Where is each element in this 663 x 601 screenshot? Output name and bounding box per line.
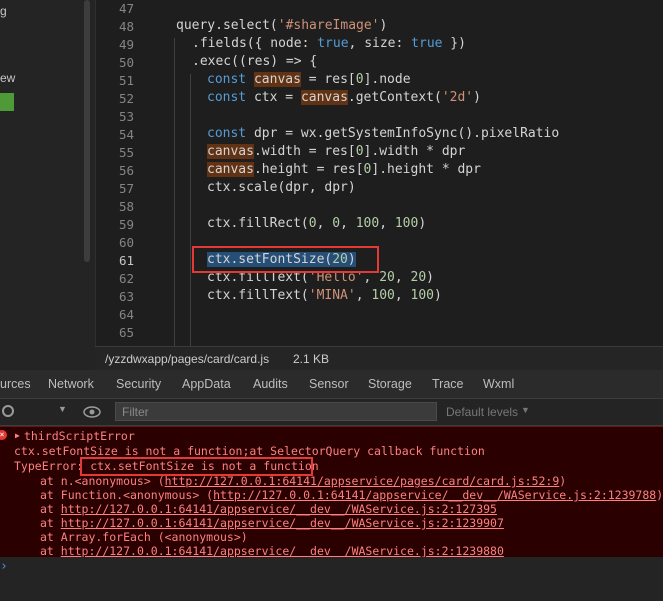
- filter-input[interactable]: Filter: [115, 402, 437, 421]
- line-number: 60: [118, 235, 134, 250]
- stack-link[interactable]: http://127.0.0.1:64141/appservice/pages/…: [165, 474, 560, 488]
- stack-frame: at http://127.0.0.1:64141/appservice/__d…: [40, 544, 504, 558]
- eye-icon[interactable]: [83, 406, 101, 418]
- dropdown-icon[interactable]: ▼: [58, 404, 67, 414]
- stack-link[interactable]: http://127.0.0.1:64141/appservice/__dev_…: [61, 544, 504, 558]
- stack-frame: at Array.forEach (<anonymous>): [40, 530, 248, 544]
- stack-link[interactable]: http://127.0.0.1:64141/appservice/__dev_…: [61, 502, 497, 516]
- line-number: 62: [118, 271, 134, 286]
- code-line-56: canvas.height = res[0].height * dpr: [207, 162, 481, 177]
- stack-frame: at http://127.0.0.1:64141/appservice/__d…: [40, 516, 504, 530]
- line-number: 64: [118, 307, 134, 322]
- error-icon: ×: [0, 430, 7, 440]
- prompt-chevron-icon: ›: [0, 559, 8, 574]
- code-line-49: .fields({ node: true, size: true }): [192, 36, 466, 51]
- stack-frame: at http://127.0.0.1:64141/appservice/__d…: [40, 502, 497, 516]
- code-line-51: const canvas = res[0].node: [207, 72, 411, 87]
- tab-audits[interactable]: Audits: [253, 377, 288, 391]
- error-message: ctx.setFontSize is not a function;at Sel…: [14, 444, 485, 458]
- file-path: /yzzdwxapp/pages/card/card.js: [105, 352, 270, 366]
- line-number-gutter: 47 48 49 50 51 52 53 54 55 56 57 58 59 6…: [95, 0, 140, 346]
- console-error-block: × ▶ thirdScriptError ctx.setFontSize is …: [0, 426, 663, 558]
- indent-guide: [174, 38, 175, 346]
- stack-frame: at Function.<anonymous> (http://127.0.0.…: [40, 488, 663, 502]
- console-filter-bar: ▼ Filter Default levels ▼: [0, 399, 663, 426]
- line-number: 47: [118, 1, 134, 16]
- code-line-57: ctx.scale(dpr, dpr): [207, 180, 356, 195]
- line-number: 57: [118, 181, 134, 196]
- line-number: 56: [118, 163, 134, 178]
- file-size: 2.1 KB: [293, 352, 330, 366]
- highlight-box-code: [192, 246, 379, 273]
- line-number: 59: [118, 217, 134, 232]
- console-prompt[interactable]: ›: [0, 557, 663, 601]
- stack-link[interactable]: http://127.0.0.1:64141/appservice/__dev_…: [61, 516, 504, 530]
- tab-storage[interactable]: Storage: [368, 377, 412, 391]
- sidebar-scrollbar[interactable]: [84, 0, 90, 262]
- filter-placeholder: Filter: [122, 405, 149, 419]
- indent-guide: [190, 74, 191, 346]
- tab-trace[interactable]: Trace: [432, 377, 464, 391]
- tab-network[interactable]: Network: [48, 377, 94, 391]
- line-number: 52: [118, 91, 134, 106]
- stack-link[interactable]: http://127.0.0.1:64141/appservice/__dev_…: [213, 488, 656, 502]
- code-line-63: ctx.fillText('MINA', 100, 100): [207, 288, 442, 303]
- expand-triangle-icon[interactable]: ▶: [15, 431, 20, 440]
- log-levels-select[interactable]: Default levels: [446, 405, 518, 419]
- line-number: 65: [118, 325, 134, 340]
- code-editor[interactable]: query.select('#shareImage') .fields({ no…: [140, 0, 663, 346]
- error-group-title[interactable]: thirdScriptError: [24, 429, 135, 443]
- line-number: 49: [118, 37, 134, 52]
- line-number: 50: [118, 55, 134, 70]
- code-line-54: const dpr = wx.getSystemInfoSync().pixel…: [207, 126, 560, 141]
- code-line-55: canvas.width = res[0].width * dpr: [207, 144, 466, 159]
- sidebar-active-item[interactable]: [0, 93, 14, 111]
- code-line-52: const ctx = canvas.getContext('2d'): [207, 90, 481, 105]
- code-line-59: ctx.fillRect(0, 0, 100, 100): [207, 216, 427, 231]
- editor-statusbar: /yzzdwxapp/pages/card/card.js 2.1 KB: [95, 346, 663, 371]
- tab-security[interactable]: Security: [116, 377, 161, 391]
- code-line-48: query.select('#shareImage'): [176, 18, 388, 33]
- line-number: 48: [118, 19, 134, 34]
- block-icon[interactable]: [2, 405, 14, 417]
- stack-frame: at n.<anonymous> (http://127.0.0.1:64141…: [40, 474, 567, 488]
- line-number: 54: [118, 127, 134, 142]
- line-number: 53: [118, 109, 134, 124]
- tab-wxml[interactable]: Wxml: [483, 377, 514, 391]
- file-sidebar: g ew: [0, 0, 95, 346]
- tab-sources[interactable]: urces: [0, 377, 31, 391]
- tab-appdata[interactable]: AppData: [182, 377, 231, 391]
- sidebar-item-2[interactable]: ew: [0, 71, 15, 85]
- sidebar-item-1[interactable]: g: [0, 4, 7, 18]
- devtools-tab-bar: urces Network Security AppData Audits Se…: [0, 370, 663, 399]
- dropdown-arrow-icon[interactable]: ▼: [521, 405, 530, 415]
- code-line-50: .exec((res) => {: [192, 54, 318, 69]
- line-number: 63: [118, 289, 134, 304]
- line-number: 51: [118, 73, 134, 88]
- tab-sensor[interactable]: Sensor: [309, 377, 349, 391]
- line-number: 58: [118, 199, 134, 214]
- line-number-active: 61: [118, 253, 134, 268]
- line-number: 55: [118, 145, 134, 160]
